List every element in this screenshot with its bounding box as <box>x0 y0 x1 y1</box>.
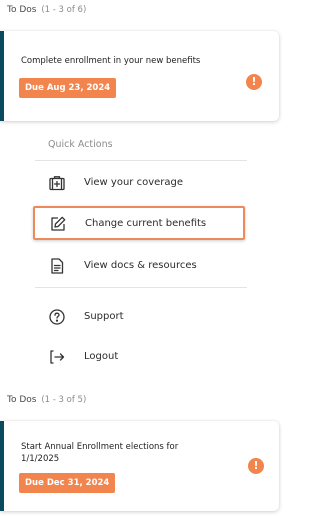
divider <box>35 160 247 161</box>
change-benefits-action[interactable]: Change current benefits <box>33 206 245 240</box>
document-icon <box>48 257 66 275</box>
todos-count: (1 - 3 of 6) <box>41 5 87 15</box>
due-date-badge: Due Aug 23, 2024 <box>19 78 117 98</box>
alert-icon: ! <box>248 458 264 474</box>
action-label: View docs & resources <box>84 260 197 271</box>
action-label: Logout <box>84 351 119 362</box>
todo-title: Complete enrollment in your new benefits <box>21 56 201 66</box>
todos-count: (1 - 3 of 5) <box>41 395 87 405</box>
logout-icon <box>48 348 66 366</box>
due-date-badge: Due Dec 31, 2024 <box>19 473 116 493</box>
support-action[interactable]: Support <box>35 300 247 334</box>
todos-header: To Dos (1 - 3 of 5) <box>7 395 86 405</box>
todos-header: To Dos (1 - 3 of 6) <box>7 5 86 15</box>
todos-title: To Dos <box>7 5 37 15</box>
action-label: Change current benefits <box>85 218 207 229</box>
page: To Dos (1 - 3 of 6) Complete enrollment … <box>0 0 286 516</box>
view-coverage-action[interactable]: View your coverage <box>35 166 247 200</box>
help-circle-icon <box>48 308 66 326</box>
action-label: Support <box>84 311 124 322</box>
action-label: View your coverage <box>84 177 183 188</box>
todo-card[interactable]: Complete enrollment in your new benefits… <box>0 31 279 121</box>
todos-title: To Dos <box>7 395 37 405</box>
todo-title: Start Annual Enrollment elections for 1/… <box>21 442 179 464</box>
medical-bag-icon <box>48 174 66 192</box>
edit-icon <box>49 215 67 233</box>
quick-actions-title: Quick Actions <box>48 139 113 150</box>
logout-action[interactable]: Logout <box>35 340 247 374</box>
divider <box>35 287 247 288</box>
alert-icon: ! <box>246 74 262 90</box>
view-docs-action[interactable]: View docs & resources <box>35 249 247 283</box>
todo-card[interactable]: Start Annual Enrollment elections for 1/… <box>0 421 279 511</box>
